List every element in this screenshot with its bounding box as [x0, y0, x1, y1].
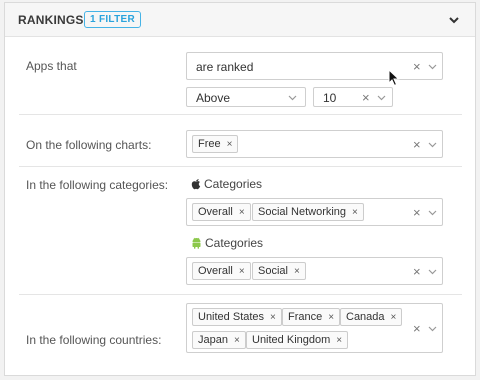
charts-multiselect[interactable]: Free × ×	[186, 130, 443, 158]
close-icon[interactable]: ×	[413, 322, 421, 335]
close-icon[interactable]: ×	[413, 138, 421, 151]
country-chip-canada: Canada ×	[340, 308, 403, 326]
android-categories-multiselect[interactable]: Overall × Social × ×	[186, 257, 443, 285]
rank-number-select[interactable]: 10 ×	[313, 87, 393, 107]
ranking-condition-select[interactable]: are ranked ×	[186, 52, 443, 80]
country-chip-japan: Japan ×	[192, 331, 246, 349]
close-icon[interactable]: ×	[294, 266, 300, 277]
divider	[19, 166, 462, 167]
close-icon[interactable]: ×	[413, 265, 421, 278]
rank-position-select[interactable]: Above	[186, 87, 306, 107]
ios-categories-multiselect[interactable]: Overall × Social Networking × ×	[186, 198, 443, 226]
chevron-down-icon[interactable]	[428, 267, 437, 276]
android-categories-label: Categories	[205, 236, 264, 250]
filter-count-badge: 1 FILTER	[84, 11, 141, 28]
mouse-cursor-icon	[388, 69, 400, 87]
android-categories-heading: Categories	[191, 236, 263, 250]
chevron-down-icon[interactable]	[428, 208, 437, 217]
countries-multiselect[interactable]: United States × France × Canada × Japan × Un…	[186, 303, 443, 353]
android-category-chip-overall: Overall ×	[192, 262, 251, 280]
ios-category-chip-overall: Overall ×	[192, 203, 251, 221]
close-icon[interactable]: ×	[336, 335, 342, 346]
chevron-down-icon[interactable]	[288, 93, 297, 102]
panel-header[interactable]: RANKINGS 1 FILTER	[5, 3, 475, 37]
close-icon[interactable]: ×	[352, 207, 358, 218]
countries-label: In the following countries:	[26, 333, 162, 347]
rankings-filter-panel: RANKINGS 1 FILTER Apps that are ranked ×…	[4, 2, 476, 376]
apple-icon	[191, 179, 201, 190]
divider	[19, 294, 462, 295]
chevron-down-icon[interactable]	[447, 13, 461, 27]
country-chip-france: France ×	[282, 308, 341, 326]
close-icon[interactable]: ×	[239, 207, 245, 218]
close-icon[interactable]: ×	[362, 91, 370, 104]
close-icon[interactable]: ×	[234, 335, 240, 346]
ios-category-chip-social-networking: Social Networking ×	[252, 203, 364, 221]
close-icon[interactable]: ×	[391, 312, 397, 323]
chart-chip-free: Free ×	[192, 135, 239, 153]
categories-label: In the following categories:	[26, 178, 169, 192]
apps-that-label: Apps that	[26, 59, 77, 73]
android-icon	[192, 237, 201, 249]
close-icon[interactable]: ×	[328, 312, 334, 323]
close-icon[interactable]: ×	[239, 266, 245, 277]
ios-categories-label: Categories	[204, 177, 263, 191]
ranking-condition-value: are ranked	[196, 60, 254, 74]
close-icon[interactable]: ×	[227, 139, 233, 150]
chevron-down-icon[interactable]	[428, 324, 437, 333]
rank-number-value: 10	[323, 91, 337, 105]
charts-label: On the following charts:	[26, 138, 152, 152]
divider	[19, 114, 462, 115]
close-icon[interactable]: ×	[413, 206, 421, 219]
ios-categories-heading: Categories	[191, 177, 262, 191]
country-chip-united-kingdom: United Kingdom ×	[246, 331, 349, 349]
chevron-down-icon[interactable]	[428, 140, 437, 149]
android-category-chip-social: Social ×	[252, 262, 306, 280]
close-icon[interactable]: ×	[413, 60, 421, 73]
chevron-down-icon[interactable]	[377, 93, 386, 102]
close-icon[interactable]: ×	[270, 312, 276, 323]
rank-position-value: Above	[196, 91, 231, 105]
chevron-down-icon[interactable]	[428, 62, 437, 71]
country-chip-united-states: United States ×	[192, 308, 282, 326]
panel-title: RANKINGS	[18, 13, 84, 27]
